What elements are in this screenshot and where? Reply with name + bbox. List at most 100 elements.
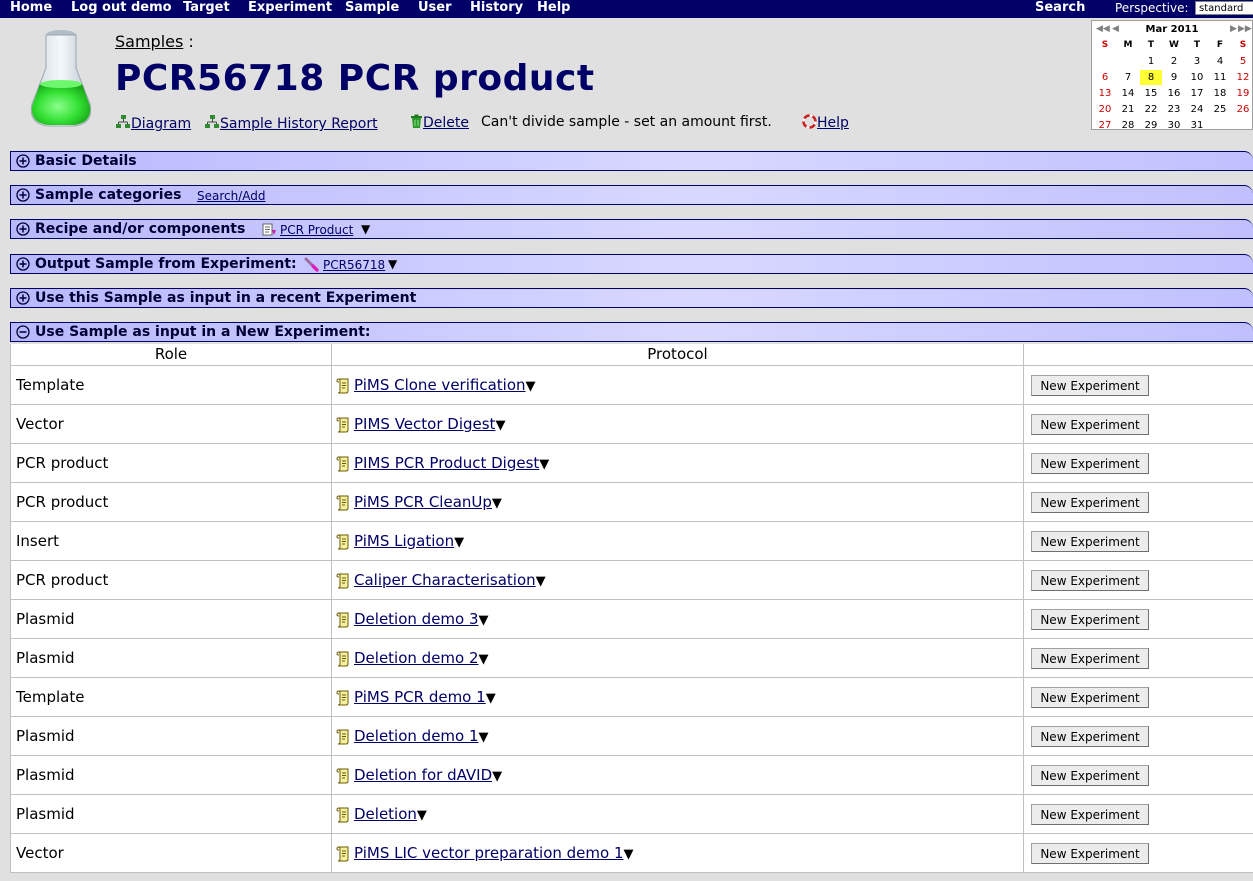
expand-icon[interactable] <box>16 222 30 236</box>
expand-icon[interactable] <box>16 154 30 168</box>
protocol-dropdown-arrow[interactable]: ▼ <box>624 847 634 862</box>
nav-experiment[interactable]: Experiment <box>248 0 332 18</box>
diagram-action[interactable]: Diagram <box>115 114 191 132</box>
protocol-dropdown-arrow[interactable]: ▼ <box>526 379 536 394</box>
calendar-day[interactable]: 29 <box>1140 118 1162 133</box>
protocol-link[interactable]: PIMS Vector Digest <box>354 415 495 433</box>
calendar-next-month-icon[interactable]: ▶ <box>1230 24 1237 34</box>
new-experiment-button[interactable]: New Experiment <box>1031 804 1149 825</box>
calendar-day[interactable]: 13 <box>1094 86 1116 101</box>
calendar-day[interactable]: 2 <box>1163 54 1185 69</box>
protocol-link[interactable]: PIMS PCR Product Digest <box>354 454 539 472</box>
calendar-day[interactable]: 22 <box>1140 102 1162 117</box>
new-experiment-button[interactable]: New Experiment <box>1031 843 1149 864</box>
protocol-link[interactable]: PiMS Ligation <box>354 532 454 550</box>
protocol-link[interactable]: Deletion demo 1 <box>354 727 479 745</box>
breadcrumb-samples-link[interactable]: Samples <box>115 32 183 51</box>
new-experiment-button[interactable]: New Experiment <box>1031 531 1149 552</box>
section-sample-categories[interactable]: Sample categories Search/Add <box>10 185 1253 205</box>
protocol-link[interactable]: Caliper Characterisation <box>354 571 536 589</box>
calendar-day[interactable]: 28 <box>1117 118 1139 133</box>
calendar-day[interactable]: 17 <box>1186 86 1208 101</box>
perspective-select[interactable]: standard <box>1195 1 1253 15</box>
protocol-dropdown-arrow[interactable]: ▼ <box>492 496 502 511</box>
calendar-day[interactable]: 1 <box>1140 54 1162 69</box>
protocol-link[interactable]: PiMS Clone verification <box>354 376 526 394</box>
protocol-dropdown-arrow[interactable]: ▼ <box>479 613 489 628</box>
calendar-day[interactable]: 30 <box>1163 118 1185 133</box>
calendar-day[interactable]: 26 <box>1232 102 1253 117</box>
nav-help[interactable]: Help <box>537 0 570 18</box>
new-experiment-button[interactable]: New Experiment <box>1031 570 1149 591</box>
new-experiment-button[interactable]: New Experiment <box>1031 414 1149 435</box>
protocol-link[interactable]: PiMS PCR demo 1 <box>354 688 486 706</box>
new-experiment-button[interactable]: New Experiment <box>1031 726 1149 747</box>
diagram-link[interactable]: Diagram <box>131 116 191 132</box>
protocol-dropdown-arrow[interactable]: ▼ <box>454 535 464 550</box>
nav-history[interactable]: History <box>470 0 523 18</box>
calendar-day[interactable]: 21 <box>1117 102 1139 117</box>
calendar-day[interactable]: 12 <box>1232 70 1253 85</box>
protocol-link[interactable]: Deletion for dAVID <box>354 766 492 784</box>
new-experiment-button[interactable]: New Experiment <box>1031 375 1149 396</box>
recipe-dropdown-arrow[interactable]: ▼ <box>361 220 370 238</box>
protocol-link[interactable]: Deletion <box>354 805 417 823</box>
protocol-dropdown-arrow[interactable]: ▼ <box>492 769 502 784</box>
calendar-day[interactable]: 5 <box>1232 54 1253 69</box>
protocol-link[interactable]: Deletion demo 2 <box>354 649 479 667</box>
calendar-day[interactable]: 11 <box>1209 70 1231 85</box>
nav-log-out[interactable]: Log out demo <box>71 0 172 18</box>
nav-target[interactable]: Target <box>183 0 230 18</box>
calendar-day[interactable]: 25 <box>1209 102 1231 117</box>
calendar-day[interactable]: 4 <box>1209 54 1231 69</box>
section-new-experiment[interactable]: Use Sample as input in a New Experiment: <box>10 322 1253 342</box>
protocol-dropdown-arrow[interactable]: ▼ <box>479 730 489 745</box>
section-recent-experiment[interactable]: Use this Sample as input in a recent Exp… <box>10 288 1253 308</box>
delete-action[interactable]: Delete <box>410 114 469 131</box>
protocol-dropdown-arrow[interactable]: ▼ <box>479 652 489 667</box>
calendar-prev-month-icon[interactable]: ◀ <box>1112 24 1119 34</box>
new-experiment-button[interactable]: New Experiment <box>1031 648 1149 669</box>
new-experiment-button[interactable]: New Experiment <box>1031 453 1149 474</box>
calendar-day[interactable]: 10 <box>1186 70 1208 85</box>
nav-home[interactable]: Home <box>10 0 52 18</box>
recipe-pcr-product-link[interactable]: PCR Product <box>280 222 353 238</box>
expand-icon[interactable] <box>16 291 30 305</box>
nav-search[interactable]: Search <box>1035 0 1085 18</box>
expand-icon[interactable] <box>16 257 30 271</box>
delete-link[interactable]: Delete <box>423 115 469 131</box>
calendar-day[interactable]: 9 <box>1163 70 1185 85</box>
protocol-link[interactable]: PiMS PCR CleanUp <box>354 493 492 511</box>
calendar-next-year-icon[interactable]: ▶▶ <box>1238 24 1252 34</box>
calendar-prev-year-icon[interactable]: ◀◀ <box>1096 24 1110 34</box>
protocol-link[interactable]: Deletion demo 3 <box>354 610 479 628</box>
protocol-dropdown-arrow[interactable]: ▼ <box>536 574 546 589</box>
calendar-day[interactable]: 14 <box>1117 86 1139 101</box>
protocol-dropdown-arrow[interactable]: ▼ <box>417 808 427 823</box>
calendar-day-today[interactable]: 8 <box>1140 70 1162 85</box>
history-report-action[interactable]: Sample History Report <box>204 114 378 132</box>
calendar-day[interactable]: 24 <box>1186 102 1208 117</box>
calendar-day[interactable]: 31 <box>1186 118 1208 133</box>
calendar-day[interactable]: 3 <box>1186 54 1208 69</box>
calendar-day[interactable]: 27 <box>1094 118 1116 133</box>
calendar-day[interactable]: 6 <box>1094 70 1116 85</box>
protocol-dropdown-arrow[interactable]: ▼ <box>539 457 549 472</box>
collapse-icon[interactable] <box>16 325 30 339</box>
calendar-day[interactable]: 7 <box>1117 70 1139 85</box>
new-experiment-button[interactable]: New Experiment <box>1031 765 1149 786</box>
section-basic-details[interactable]: Basic Details <box>10 151 1253 171</box>
calendar-day[interactable]: 20 <box>1094 102 1116 117</box>
calendar-day[interactable]: 15 <box>1140 86 1162 101</box>
output-experiment-link[interactable]: PCR56718 <box>323 257 385 273</box>
protocol-dropdown-arrow[interactable]: ▼ <box>495 418 505 433</box>
search-add-link[interactable]: Search/Add <box>197 188 266 204</box>
section-recipe[interactable]: Recipe and/or components PCR Product ▼ <box>10 219 1253 239</box>
nav-sample[interactable]: Sample <box>345 0 399 18</box>
expand-icon[interactable] <box>16 188 30 202</box>
calendar-day[interactable]: 19 <box>1232 86 1253 101</box>
output-dropdown-arrow[interactable]: ▼ <box>388 255 397 273</box>
new-experiment-button[interactable]: New Experiment <box>1031 687 1149 708</box>
protocol-link[interactable]: PiMS LIC vector preparation demo 1 <box>354 844 624 862</box>
calendar-day[interactable]: 16 <box>1163 86 1185 101</box>
